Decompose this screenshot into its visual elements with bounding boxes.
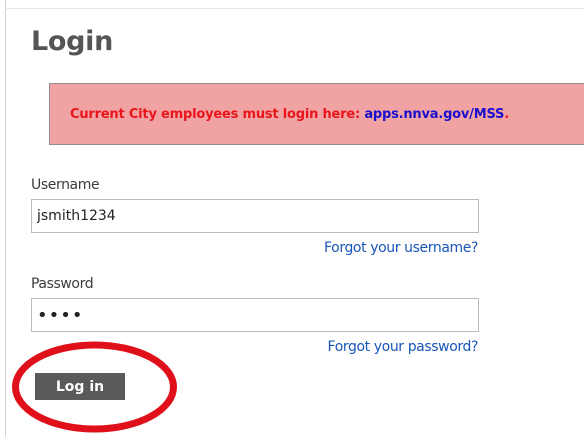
notice-text: Current City employees must login here: … [70, 107, 509, 122]
page-top-border [5, 8, 584, 9]
page-left-border [5, 0, 6, 437]
notice-suffix: . [504, 107, 509, 122]
username-input[interactable] [31, 199, 479, 233]
forgot-username-link[interactable]: Forgot your username? [324, 240, 478, 256]
forgot-password-link[interactable]: Forgot your password? [328, 339, 479, 355]
login-button[interactable]: Log in [35, 373, 125, 400]
mss-login-link[interactable]: apps.nnva.gov/MSS [364, 107, 504, 122]
page-title: Login [31, 26, 114, 57]
username-label: Username [31, 177, 100, 193]
password-input[interactable] [31, 298, 479, 332]
notice-prefix: Current City employees must login here: [70, 107, 360, 122]
employee-notice-banner: Current City employees must login here: … [49, 83, 584, 145]
password-label: Password [31, 276, 94, 292]
login-page: Login Current City employees must login … [0, 0, 584, 437]
